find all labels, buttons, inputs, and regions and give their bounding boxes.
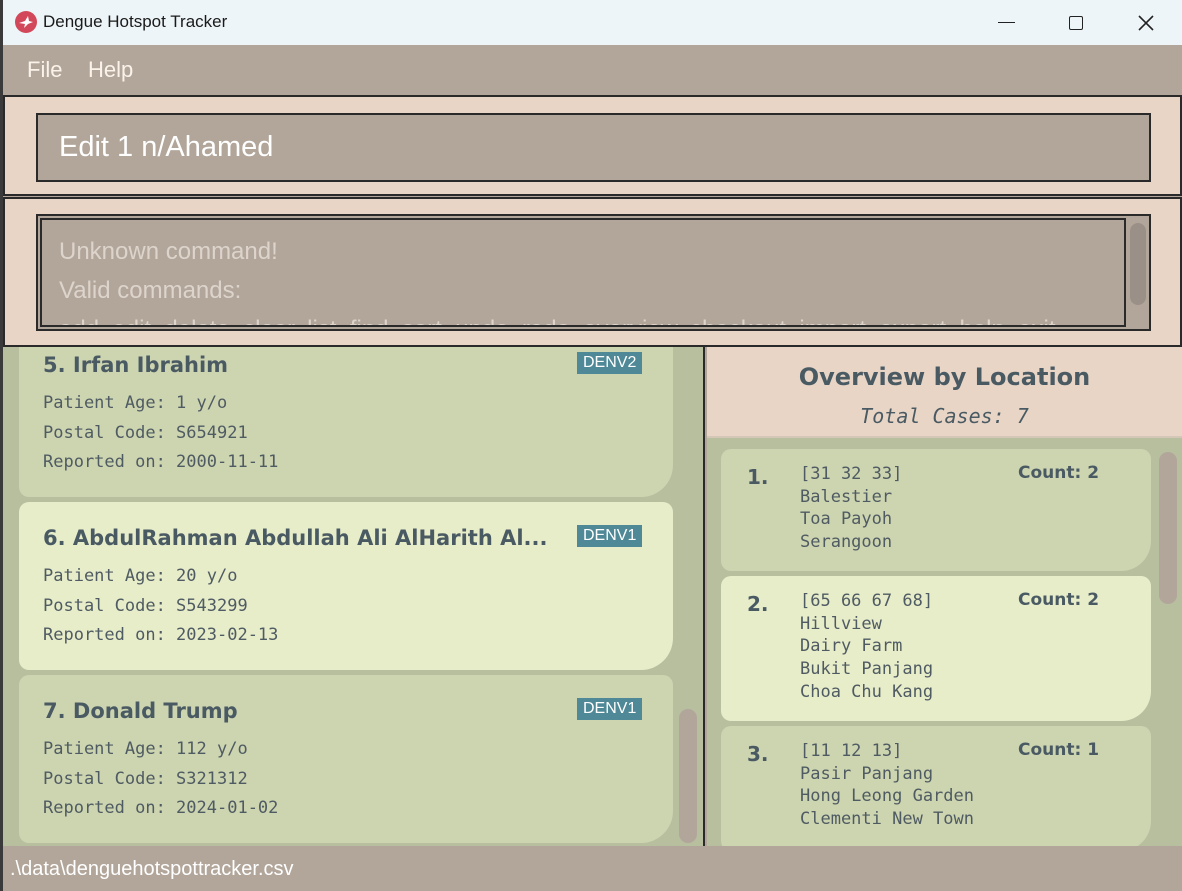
dengue-variant-tag: DENV1 xyxy=(577,698,643,720)
command-panel: Edit 1 n/Ahamed xyxy=(3,95,1182,196)
minimize-icon xyxy=(997,21,1015,24)
location-details: [11 12 13] Pasir Panjang Hong Leong Gard… xyxy=(800,740,974,831)
result-scrollbar[interactable] xyxy=(1130,223,1146,305)
save-file-path: .\data\denguehotspottracker.csv xyxy=(10,858,294,880)
location-line: [11 12 13] xyxy=(800,741,903,761)
location-count: Count: 2 xyxy=(1018,590,1100,610)
close-icon xyxy=(1138,14,1154,31)
location-line: Toa Payoh xyxy=(800,509,893,530)
menu-help[interactable]: Help xyxy=(88,57,133,83)
status-bar: .\data\denguehotspottracker.csv xyxy=(3,846,1182,891)
app-window: Dengue Hotspot Tracker File Help Edit 1 … xyxy=(3,0,1182,891)
menu-file[interactable]: File xyxy=(27,57,62,83)
overview-panel: Overview by Location Total Cases: 7 1. [… xyxy=(707,347,1182,846)
location-card[interactable]: 2. [65 66 67 68] Hillview Dairy Farm Buk… xyxy=(721,576,1151,721)
location-line: Bukit Panjang xyxy=(800,659,934,680)
patient-name: 7. Donald Trump xyxy=(43,699,238,723)
location-index: 1. xyxy=(747,465,769,489)
location-card[interactable]: 1. [31 32 33] Balestier Toa Payoh Serang… xyxy=(721,449,1151,571)
patient-report-date: Reported on: 2024-01-02 xyxy=(43,798,279,818)
maximize-icon xyxy=(1069,15,1083,30)
patient-age: Patient Age: 112 y/o xyxy=(43,739,248,759)
location-line: Clementi New Town xyxy=(800,809,974,830)
location-line: [31 32 33] xyxy=(800,464,903,484)
dengue-variant-tag: DENV1 xyxy=(577,525,643,547)
title-bar: Dengue Hotspot Tracker xyxy=(3,0,1182,45)
location-details: [65 66 67 68] Hillview Dairy Farm Bukit … xyxy=(800,590,933,704)
result-line: add, edit, delete, clear, list, find, so… xyxy=(59,310,1107,325)
result-line: Valid commands: xyxy=(59,277,242,304)
location-line: Balestier xyxy=(800,486,893,507)
patient-card[interactable]: 5. Irfan Ibrahim DENV2 Patient Age: 1 y/… xyxy=(19,347,673,497)
patient-postal-code: Postal Code: S543299 xyxy=(43,596,248,616)
location-line: Choa Chu Kang xyxy=(800,681,934,702)
location-card[interactable]: 3. [11 12 13] Pasir Panjang Hong Leong G… xyxy=(721,726,1151,846)
patient-age: Patient Age: 20 y/o xyxy=(43,566,238,586)
location-index: 2. xyxy=(747,592,769,616)
menu-bar: File Help xyxy=(3,45,1182,95)
patient-report-date: Reported on: 2000-11-11 xyxy=(43,452,279,472)
patient-postal-code: Postal Code: S321312 xyxy=(43,769,248,789)
location-index: 3. xyxy=(747,742,769,766)
overview-title: Overview by Location xyxy=(798,363,1091,391)
result-display[interactable]: Unknown command! Valid commands: add, ed… xyxy=(40,218,1126,327)
app-logo-icon xyxy=(15,11,37,33)
location-line: Pasir Panjang xyxy=(800,763,934,784)
result-line: Unknown command! xyxy=(59,238,278,265)
patient-list-scrollbar[interactable] xyxy=(679,709,697,843)
overview-scrollbar[interactable] xyxy=(1159,452,1177,604)
location-details: [31 32 33] Balestier Toa Payoh Serangoon xyxy=(800,463,902,554)
patient-name: 5. Irfan Ibrahim xyxy=(43,353,229,377)
patient-card[interactable]: 7. Donald Trump DENV1 Patient Age: 112 y… xyxy=(19,675,673,843)
dengue-variant-tag: DENV2 xyxy=(577,352,643,374)
location-line: [65 66 67 68] xyxy=(800,591,934,611)
window-title: Dengue Hotspot Tracker xyxy=(43,12,228,31)
location-count: Count: 2 xyxy=(1018,463,1100,483)
location-line: Hillview xyxy=(800,613,882,634)
patient-report-date: Reported on: 2023-02-13 xyxy=(43,625,279,645)
close-button[interactable] xyxy=(1111,0,1181,45)
location-line: Serangoon xyxy=(800,532,893,553)
result-panel: Unknown command! Valid commands: add, ed… xyxy=(3,197,1182,347)
location-line: Hong Leong Garden xyxy=(800,786,974,807)
patient-age: Patient Age: 1 y/o xyxy=(43,393,228,413)
patient-card[interactable]: 6. AbdulRahman Abdullah Ali AlHarith Al.… xyxy=(19,502,673,670)
patient-name: 6. AbdulRahman Abdullah Ali AlHarith Al.… xyxy=(43,526,548,550)
location-count: Count: 1 xyxy=(1018,740,1100,760)
patient-list-panel: 5. Irfan Ibrahim DENV2 Patient Age: 1 y/… xyxy=(3,347,705,846)
maximize-button[interactable] xyxy=(1041,0,1111,45)
patient-postal-code: Postal Code: S654921 xyxy=(43,423,248,443)
overview-total-cases: Total Cases: 7 xyxy=(860,404,1029,428)
overview-header: Overview by Location Total Cases: 7 xyxy=(707,347,1182,438)
result-display-frame: Unknown command! Valid commands: add, ed… xyxy=(36,214,1151,331)
location-line: Dairy Farm xyxy=(800,636,903,657)
command-input[interactable]: Edit 1 n/Ahamed xyxy=(36,113,1151,182)
minimize-button[interactable] xyxy=(971,0,1041,45)
